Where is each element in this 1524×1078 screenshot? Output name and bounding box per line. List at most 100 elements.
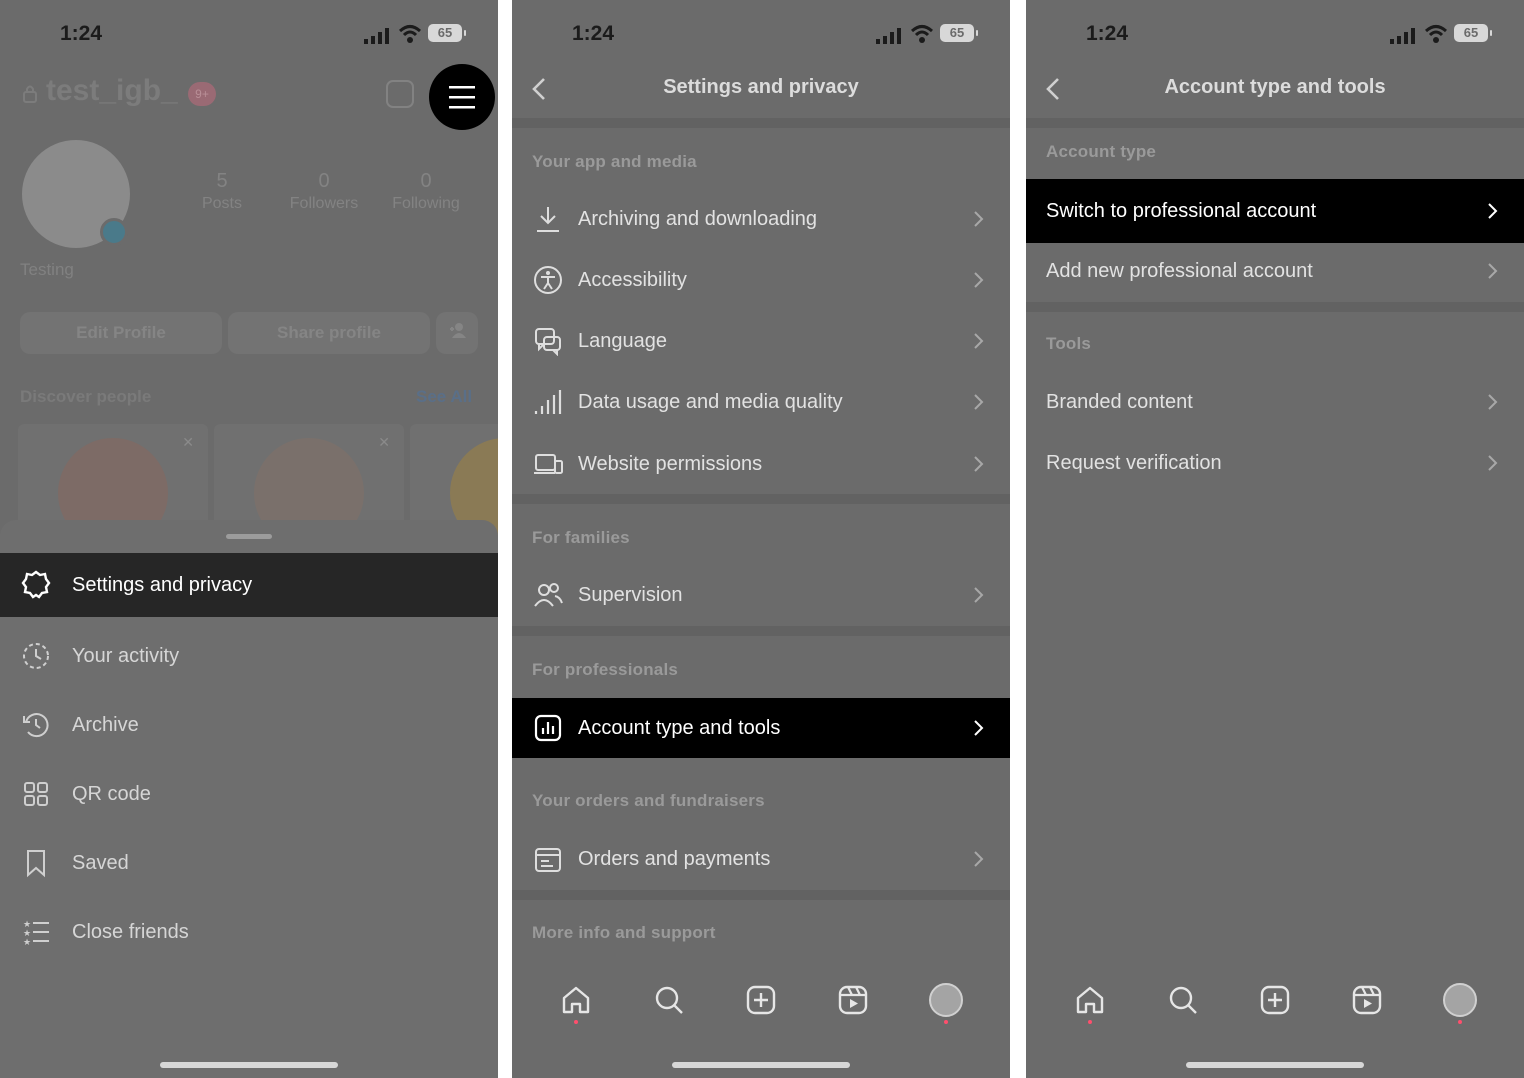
section-divider	[512, 494, 1010, 504]
accessibility-icon	[532, 264, 564, 296]
section-families: For families	[532, 528, 630, 547]
section-divider	[1026, 302, 1524, 312]
search-icon	[1169, 986, 1197, 1014]
tab-create[interactable]	[741, 980, 781, 1020]
section-divider	[512, 890, 1010, 900]
posts-label: Posts	[201, 195, 242, 212]
chevron-right-icon	[974, 851, 984, 867]
profile-username[interactable]: test_igb_	[46, 74, 178, 108]
chevron-right-icon	[974, 333, 984, 349]
settings-item-data-usage[interactable]: Data usage and media quality	[512, 372, 1010, 432]
following-count: 0	[420, 170, 432, 192]
edit-profile-button[interactable]: Edit Profile	[20, 312, 222, 354]
chevron-right-icon	[1488, 203, 1498, 219]
status-bar: 1:24 65	[0, 18, 498, 50]
suggestion-card[interactable]: ✕	[214, 424, 404, 548]
settings-item-supervision[interactable]: Supervision	[512, 565, 1010, 625]
battery-icon: 65	[1454, 24, 1492, 42]
settings-item-label: Website permissions	[578, 452, 763, 475]
tab-profile[interactable]	[926, 980, 966, 1024]
tab-search[interactable]	[1163, 980, 1203, 1020]
row-label: Request verification	[1046, 451, 1222, 474]
menu-item-qr-code[interactable]: QR code	[0, 762, 498, 826]
settings-item-label: Data usage and media quality	[578, 390, 843, 413]
menu-item-your-activity[interactable]: Your activity	[0, 624, 498, 688]
branded-content-row[interactable]: Branded content	[1026, 372, 1524, 432]
dismiss-icon[interactable]: ✕	[378, 434, 390, 451]
add-professional-account-row[interactable]: Add new professional account	[1026, 241, 1524, 301]
row-label: Add new professional account	[1046, 259, 1313, 282]
qr-code-icon	[20, 778, 52, 810]
hamburger-menu-button[interactable]	[429, 64, 495, 130]
menu-icon	[449, 86, 475, 109]
see-all-link[interactable]: See All	[416, 387, 472, 407]
tab-home[interactable]	[1070, 980, 1110, 1024]
download-icon	[532, 203, 564, 235]
status-bar: 1:24 65	[1026, 18, 1524, 50]
tab-profile[interactable]	[1440, 980, 1480, 1024]
following-stat[interactable]: 0 Following	[376, 170, 476, 213]
page-title: Settings and privacy	[663, 76, 859, 98]
row-label: Branded content	[1046, 390, 1193, 413]
home-icon	[1076, 986, 1104, 1014]
switch-to-professional-row[interactable]: Switch to professional account	[1026, 179, 1524, 243]
orders-icon	[532, 843, 564, 875]
request-verification-row[interactable]: Request verification	[1026, 433, 1524, 493]
settings-item-label: Orders and payments	[578, 847, 771, 870]
gear-icon	[20, 569, 52, 601]
suggestion-card[interactable]	[410, 424, 498, 548]
menu-item-settings-privacy[interactable]: Settings and privacy	[0, 553, 498, 617]
signal-icon	[876, 28, 901, 44]
insights-icon	[532, 712, 564, 744]
settings-privacy-screen: 1:24 65 Settings and privacy Your app an…	[512, 0, 1010, 1078]
share-profile-button[interactable]: Share profile	[228, 312, 430, 354]
settings-item-orders[interactable]: Orders and payments	[512, 829, 1010, 889]
archive-icon	[20, 709, 52, 741]
chevron-right-icon	[974, 211, 984, 227]
devices-icon	[532, 448, 564, 480]
notification-badge: 9+	[188, 82, 216, 106]
tab-search[interactable]	[649, 980, 689, 1020]
tab-reels[interactable]	[1347, 980, 1387, 1020]
home-indicator	[160, 1062, 338, 1068]
tab-reels[interactable]	[833, 980, 873, 1020]
settings-item-account-type[interactable]: Account type and tools	[512, 698, 1010, 758]
section-orders: Your orders and fundraisers	[532, 791, 765, 810]
section-divider	[512, 118, 1010, 128]
settings-item-language[interactable]: Language	[512, 311, 1010, 371]
dismiss-icon[interactable]: ✕	[182, 434, 194, 451]
chevron-right-icon	[974, 394, 984, 410]
signal-bars-icon	[532, 386, 564, 418]
add-story-icon[interactable]	[100, 218, 128, 246]
home-indicator	[672, 1062, 850, 1068]
section-account-type: Account type	[1046, 142, 1157, 161]
tab-create[interactable]	[1255, 980, 1295, 1020]
notification-dot	[1088, 1020, 1093, 1024]
menu-item-label: Saved	[72, 851, 129, 874]
nav-header: Account type and tools	[1026, 64, 1524, 114]
settings-item-accessibility[interactable]: Accessibility	[512, 250, 1010, 310]
menu-item-archive[interactable]: Archive	[0, 693, 498, 757]
settings-item-website-permissions[interactable]: Website permissions	[512, 434, 1010, 494]
close-friends-icon: ★ ★ ★	[20, 916, 52, 948]
menu-item-close-friends[interactable]: ★ ★ ★ Close friends	[0, 900, 498, 964]
settings-item-label: Language	[578, 329, 667, 352]
suggestion-card[interactable]: ✕	[18, 424, 208, 548]
signal-icon	[364, 28, 389, 44]
menu-item-label: Settings and privacy	[72, 573, 253, 596]
menu-item-saved[interactable]: Saved	[0, 831, 498, 895]
settings-item-archiving[interactable]: Archiving and downloading	[512, 189, 1010, 249]
tab-home[interactable]	[556, 980, 596, 1024]
status-time: 1:24	[60, 22, 103, 45]
lock-icon	[23, 85, 37, 103]
page-title: Account type and tools	[1164, 76, 1386, 98]
create-post-icon[interactable]	[386, 80, 414, 108]
followers-count: 0	[318, 170, 330, 192]
sheet-grabber[interactable]	[226, 534, 272, 539]
followers-stat[interactable]: 0 Followers	[274, 170, 374, 213]
section-divider	[512, 626, 1010, 636]
status-bar: 1:24 65	[512, 18, 1010, 50]
posts-stat[interactable]: 5 Posts	[172, 170, 272, 213]
add-person-button[interactable]	[436, 312, 478, 354]
profile-avatar-icon	[1442, 983, 1477, 1017]
